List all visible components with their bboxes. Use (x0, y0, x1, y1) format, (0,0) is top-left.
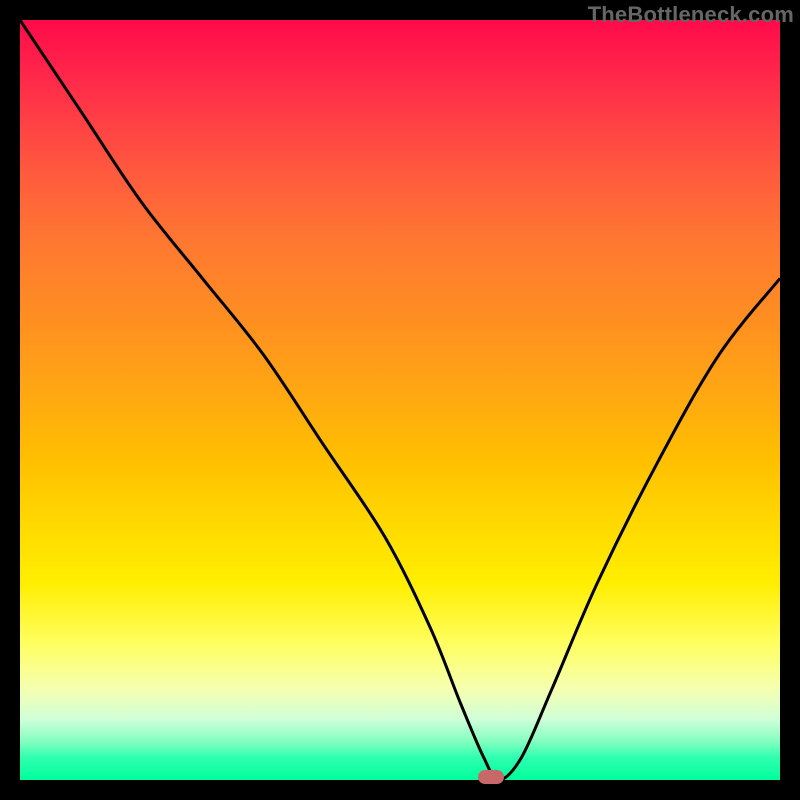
min-marker (478, 770, 504, 784)
watermark-text: TheBottleneck.com (588, 2, 794, 28)
curve-path (20, 20, 780, 780)
chart-container: TheBottleneck.com (0, 0, 800, 800)
bottleneck-curve (20, 20, 780, 780)
